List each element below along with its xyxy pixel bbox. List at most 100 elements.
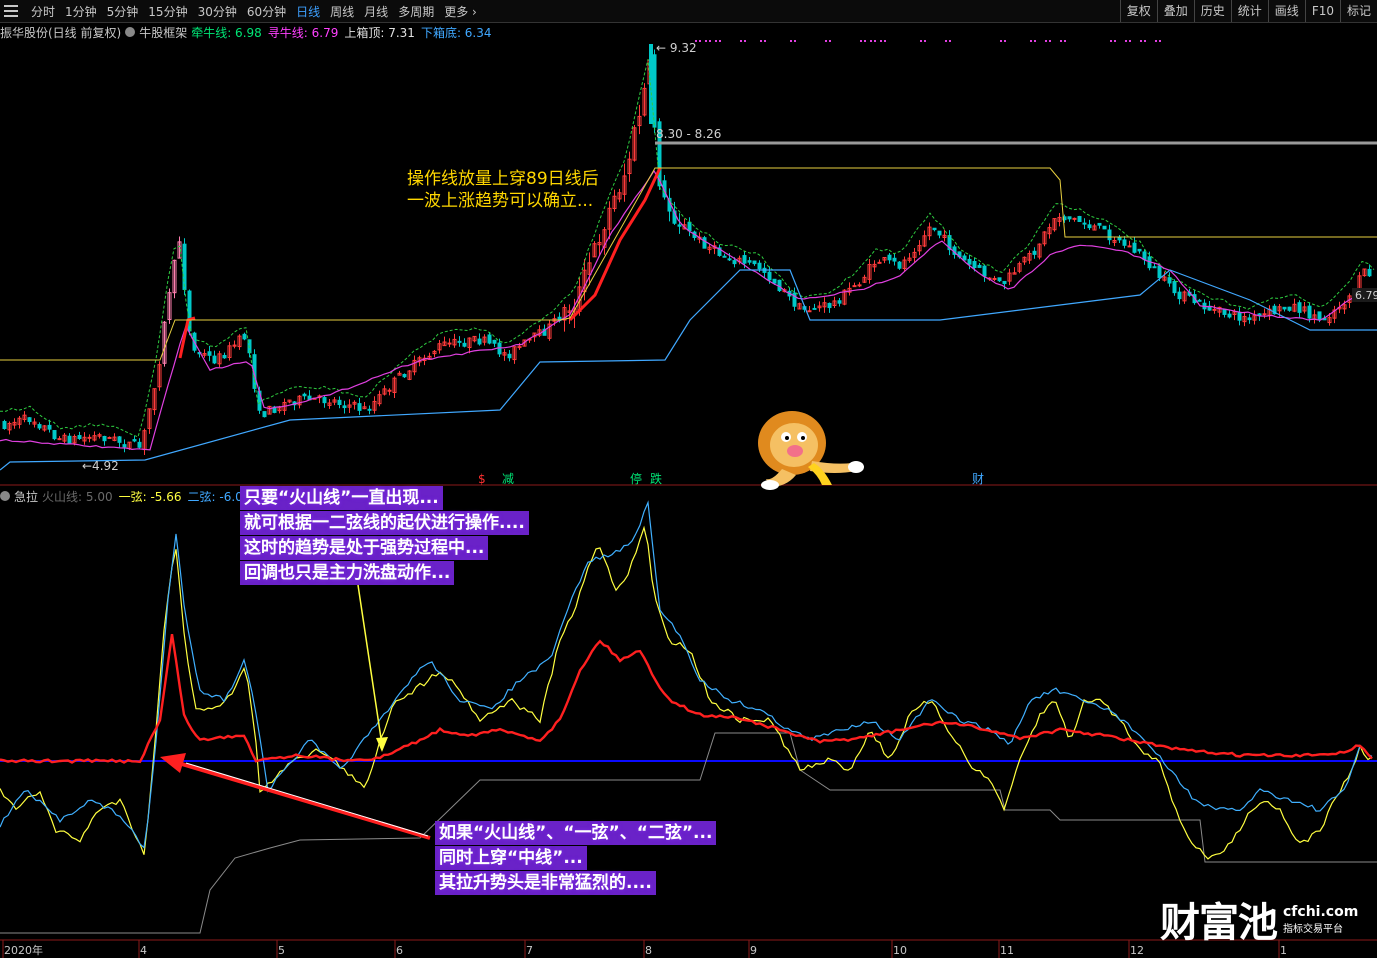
signal-dot [695, 40, 697, 42]
candle [1032, 250, 1037, 255]
signal-dot [825, 40, 827, 42]
chart-canvas[interactable]: ← 9.32 ←4.92 8.30 - 8.26 6.79 $ 减 停跌 财 2020年 4 5 6… [0, 0, 1377, 958]
note-bottom-line: 同时上穿“中线”... [435, 846, 587, 870]
candle [1067, 216, 1072, 220]
candle [757, 262, 762, 270]
candle [997, 277, 1002, 282]
candle [302, 393, 307, 397]
signal-dot [1000, 40, 1002, 42]
watermark-logo: 财富池 cfchi.com 指标交易平台 [1160, 890, 1358, 948]
signal-dot [744, 40, 746, 42]
candle [212, 355, 217, 364]
candle [1077, 215, 1082, 222]
signal-dot [715, 40, 717, 42]
trend-annotation: 操作线放量上穿89日线后 一波上涨趋势可以确立... [407, 168, 599, 212]
candle [732, 260, 737, 265]
watermark-url: cfchi.com [1283, 903, 1359, 920]
candle [492, 339, 497, 344]
series-erxian-line [0, 500, 1373, 849]
candle [27, 417, 32, 423]
candle [132, 439, 137, 442]
signal-dot [884, 40, 886, 42]
axis-tick-label: 2020年 [4, 943, 43, 957]
candle [1197, 299, 1202, 302]
candle [677, 224, 682, 227]
candle [2, 421, 7, 430]
candle [1137, 248, 1142, 252]
signal-dot [860, 40, 862, 42]
signal-dot [1144, 40, 1146, 42]
candle [727, 258, 732, 261]
collapse-icon[interactable] [0, 491, 10, 501]
signal-dot [794, 40, 796, 42]
candle [462, 342, 467, 347]
candle [1262, 313, 1267, 316]
candle [1072, 217, 1077, 220]
candle [702, 237, 707, 249]
signal-dot [1060, 40, 1062, 42]
signal-dot [705, 40, 707, 42]
signal-dot [1049, 40, 1051, 42]
candle [457, 340, 462, 343]
signal-dot [764, 40, 766, 42]
candle [812, 307, 817, 310]
candle [1002, 280, 1007, 285]
candle [57, 438, 62, 441]
signal-dot [924, 40, 926, 42]
candle [37, 424, 42, 429]
candle [77, 435, 82, 440]
note-bottom: 如果“火山线”、“一弦”、“二弦”... 同时上穿“中线”... 其拉升势头是非… [435, 821, 717, 896]
candle [937, 230, 942, 236]
candle [222, 354, 227, 359]
candle [932, 227, 937, 231]
candle [487, 334, 492, 344]
signal-dot [880, 40, 882, 42]
candle [242, 333, 247, 340]
axis-tick-label: 8 [645, 944, 652, 957]
note-top-line: 这时的趋势是处于强势过程中... [240, 536, 489, 560]
candle [357, 403, 362, 411]
candle [107, 436, 112, 439]
axis-tick-label: 12 [1130, 944, 1144, 957]
candle [1117, 237, 1122, 241]
candle [1107, 229, 1112, 241]
signal-dot [1034, 40, 1036, 42]
signal-dot [790, 40, 792, 42]
signal-dot [709, 40, 711, 42]
candlesticks [2, 44, 1372, 455]
pointer-arrow-red [174, 760, 431, 840]
candle [752, 260, 757, 265]
signal-dot [920, 40, 922, 42]
signal-marker: 跌 [650, 471, 662, 486]
note-top-line: 就可根据一二弦线的起伏进行操作.... [240, 511, 529, 535]
series-qianniu-line [0, 59, 1375, 438]
signal-dot [1140, 40, 1142, 42]
candle [722, 255, 727, 258]
candle [1157, 265, 1162, 279]
series-box-bottom-line [0, 269, 1377, 471]
signal-dot [1155, 40, 1157, 42]
candle [137, 441, 142, 448]
candle [747, 260, 752, 263]
note-top-line: 回调也只是主力洗盘动作... [240, 561, 455, 585]
legend-item: 一弦: -5.66 [118, 489, 182, 504]
candle [887, 254, 892, 261]
signal-dot [1064, 40, 1066, 42]
candle [342, 405, 347, 409]
candle [767, 271, 772, 281]
candle [649, 44, 653, 124]
indicator-panel-name: 急拉 [14, 489, 39, 504]
candle [897, 261, 902, 269]
candle [507, 353, 512, 359]
candle [827, 302, 832, 309]
signal-dot [864, 40, 866, 42]
candle [687, 221, 692, 232]
pointer-arrow-outline [185, 762, 429, 837]
candle [1122, 239, 1127, 246]
candle [367, 408, 372, 411]
axis-tick-label: 6 [396, 944, 403, 957]
candle [1167, 277, 1172, 284]
candle [87, 436, 92, 439]
lion-mascot-icon [758, 411, 864, 490]
candle [772, 278, 777, 284]
